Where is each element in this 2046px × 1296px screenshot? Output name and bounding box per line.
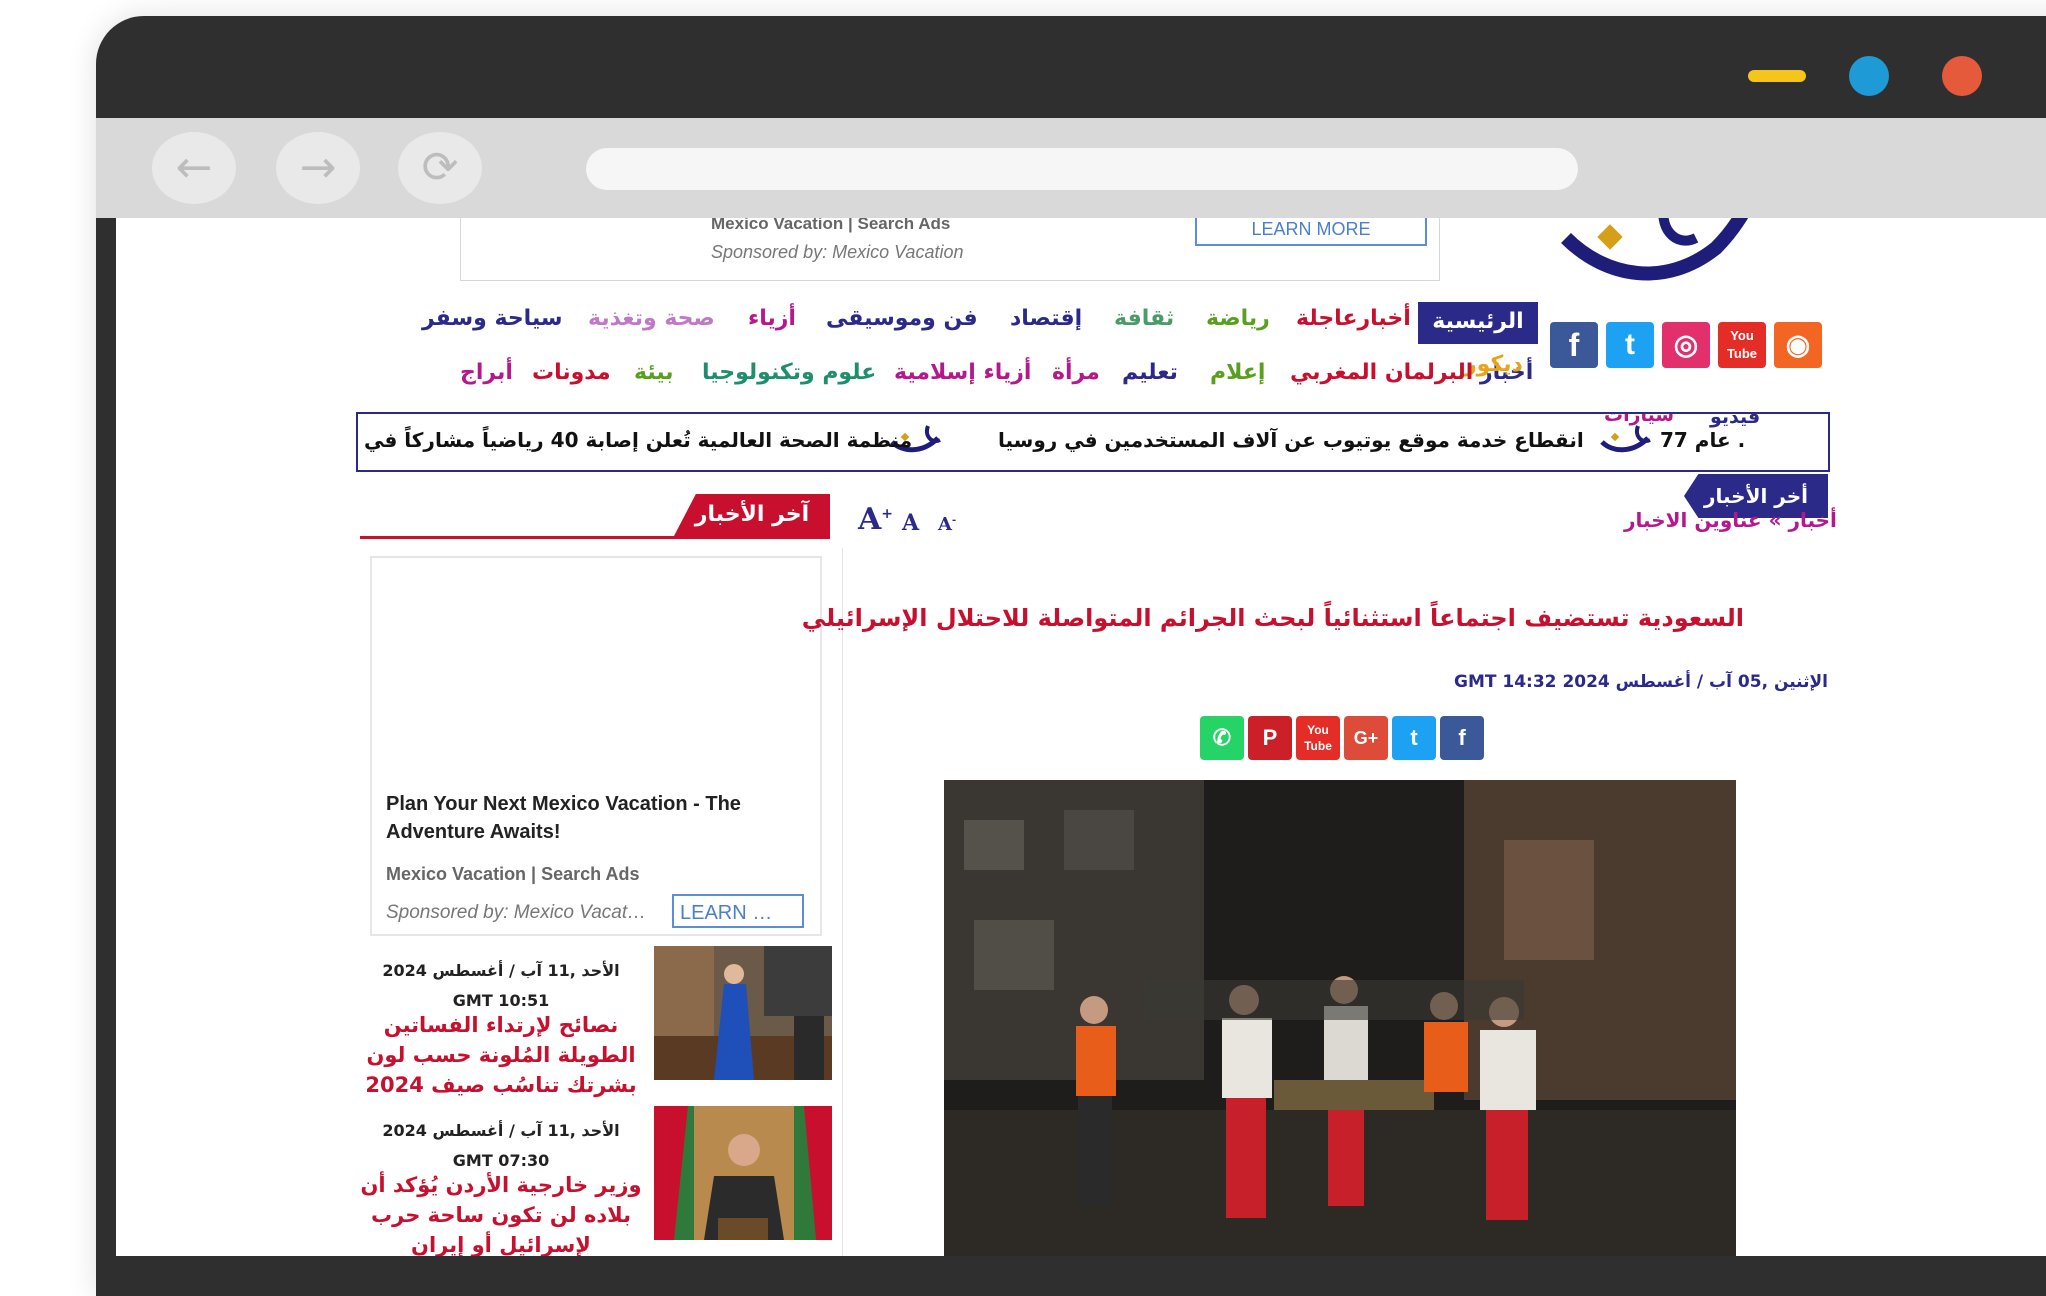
facebook-icon[interactable]: f [1550, 322, 1598, 368]
nav-breaking-news[interactable]: أخبارعاجلة [1296, 306, 1411, 331]
news-thumbnail[interactable] [654, 1106, 832, 1240]
google-plus-icon[interactable]: G+ [1344, 716, 1388, 760]
instagram-icon[interactable]: ◎ [1662, 322, 1710, 368]
back-button[interactable]: ← [152, 132, 236, 204]
nav-sports[interactable]: رياضة [1206, 306, 1270, 331]
ticker-item[interactable]: 77 عام . [1660, 428, 1745, 452]
minimize-window-button[interactable] [1748, 70, 1806, 82]
nav-parliament[interactable]: البرلمان المغربي [1290, 360, 1473, 385]
facebook-icon[interactable]: f [1440, 716, 1484, 760]
article-photo [944, 780, 1736, 1256]
nav-travel[interactable]: سياحة وسفر [422, 306, 563, 331]
breadcrumb: أخبار » عناوين الاخبار [1624, 508, 1837, 532]
pinterest-icon[interactable]: P [1248, 716, 1292, 760]
news-date: الأحد ,11 آب / أغسطس 2024 GMT 07:30 [382, 1121, 620, 1170]
nav-health[interactable]: صحة وتغذية [588, 306, 715, 331]
address-bar[interactable] [586, 148, 1578, 190]
nav-science-tech[interactable]: علوم وتكنولوجيا [702, 360, 876, 385]
article-date: الإثنين ,05 آب / أغسطس 2024 GMT 14:32 [1454, 672, 1828, 692]
nav-culture[interactable]: ثقافة [1114, 306, 1174, 331]
nav-video[interactable]: فيديو [1710, 414, 1760, 428]
news-date: الأحد ,11 آب / أغسطس 2024 GMT 10:51 [382, 961, 620, 1010]
breadcrumb-root[interactable]: أخبار [1788, 508, 1836, 532]
ticker-logo-icon [1600, 425, 1651, 453]
news-title[interactable]: وزير خارجية الأردن يُؤكد أن بلاده لن تكو… [360, 1170, 642, 1256]
font-normal-button[interactable]: A [902, 510, 919, 536]
page-viewport: Mexico Vacation | Search Ads Sponsored b… [116, 218, 2046, 1256]
sidebar-ad-source: Mexico Vacation | Search Ads [386, 864, 640, 884]
forward-button[interactable]: → [276, 132, 360, 204]
youtube-icon[interactable]: You Tube [1718, 322, 1766, 368]
reload-icon: ⟳ [421, 142, 459, 193]
nav-blogs[interactable]: مدونات [532, 360, 611, 385]
sidebar-heading-label: آخر الأخبار [674, 494, 830, 536]
font-increase-button[interactable]: A+ [858, 502, 893, 537]
nav-economy[interactable]: إقتصاد [1010, 306, 1082, 331]
reload-button[interactable]: ⟳ [398, 132, 482, 204]
nav-media[interactable]: إعلام [1210, 360, 1265, 385]
youtube-icon[interactable]: You Tube [1296, 716, 1340, 760]
nav-horoscope[interactable]: أبراج [460, 360, 513, 385]
ad-source-label: Mexico Vacation | Search Ads [711, 218, 951, 233]
nav-education[interactable]: تعليم [1122, 360, 1178, 385]
ticker-item[interactable]: انقطاع خدمة موقع يوتيوب عن آلاف المستخدم… [998, 428, 1584, 452]
ticker-item[interactable]: منظمة الصحة العالمية تُعلن إصابة 40 رياض… [364, 428, 912, 452]
rss-icon[interactable]: ◉ [1774, 322, 1822, 368]
ad-learn-more-button[interactable]: LEARN MORE [1195, 218, 1427, 246]
site-logo[interactable] [1546, 218, 1776, 288]
breadcrumb-current[interactable]: عناوين الاخبار [1624, 508, 1762, 532]
font-decrease-button[interactable]: A- [938, 514, 956, 535]
nav-environment[interactable]: بيئة [634, 360, 674, 385]
column-divider [842, 548, 843, 1256]
sidebar-heading: آخر الأخبار [360, 494, 830, 539]
nav-woman[interactable]: مرأة [1052, 360, 1100, 385]
maximize-window-button[interactable] [1849, 56, 1889, 96]
news-title[interactable]: نصائح لإرتداء الفساتين الطويلة المُلونة … [360, 1010, 642, 1100]
sidebar-ad[interactable]: Plan Your Next Mexico Vacation - The Adv… [370, 556, 822, 936]
sidebar-news-item[interactable]: الأحد ,11 آب / أغسطس 2024 GMT 07:30 وزير… [360, 1106, 832, 1256]
breadcrumb-separator: » [1768, 508, 1782, 532]
twitter-icon[interactable]: t [1392, 716, 1436, 760]
arrow-left-icon: ← [175, 142, 213, 193]
nav-home[interactable]: الرئيسية [1418, 302, 1538, 344]
arrow-right-icon: → [299, 142, 337, 193]
news-thumbnail[interactable] [654, 946, 832, 1080]
sidebar-ad-title[interactable]: Plan Your Next Mexico Vacation - The Adv… [386, 790, 796, 846]
top-ad-banner[interactable]: Mexico Vacation | Search Ads Sponsored b… [460, 218, 1440, 281]
sidebar-news-item[interactable]: الأحد ,11 آب / أغسطس 2024 GMT 10:51 نصائ… [360, 946, 832, 1097]
sidebar-ad-learn-button[interactable]: LEARN … [672, 894, 804, 928]
article-headline: السعودية تستضيف اجتماعاً استثنائياً لبحث… [801, 604, 1744, 632]
news-ticker: فيديو سيارات 77 عام . انقطاع خدمة موقع ي… [356, 412, 1830, 472]
whatsapp-icon[interactable]: ✆ [1200, 716, 1244, 760]
nav-islamic-fashion[interactable]: أزياء إسلامية [894, 360, 1031, 385]
twitter-icon[interactable]: t [1606, 322, 1654, 368]
sidebar-ad-sponsor: Sponsored by: Mexico Vacat… [386, 902, 647, 923]
nav-art-music[interactable]: فن وموسيقى [826, 306, 978, 331]
nav-fashion[interactable]: أزياء [748, 306, 796, 331]
ad-sponsor-label: Sponsored by: Mexico Vacation [711, 242, 964, 262]
close-window-button[interactable] [1942, 56, 1982, 96]
